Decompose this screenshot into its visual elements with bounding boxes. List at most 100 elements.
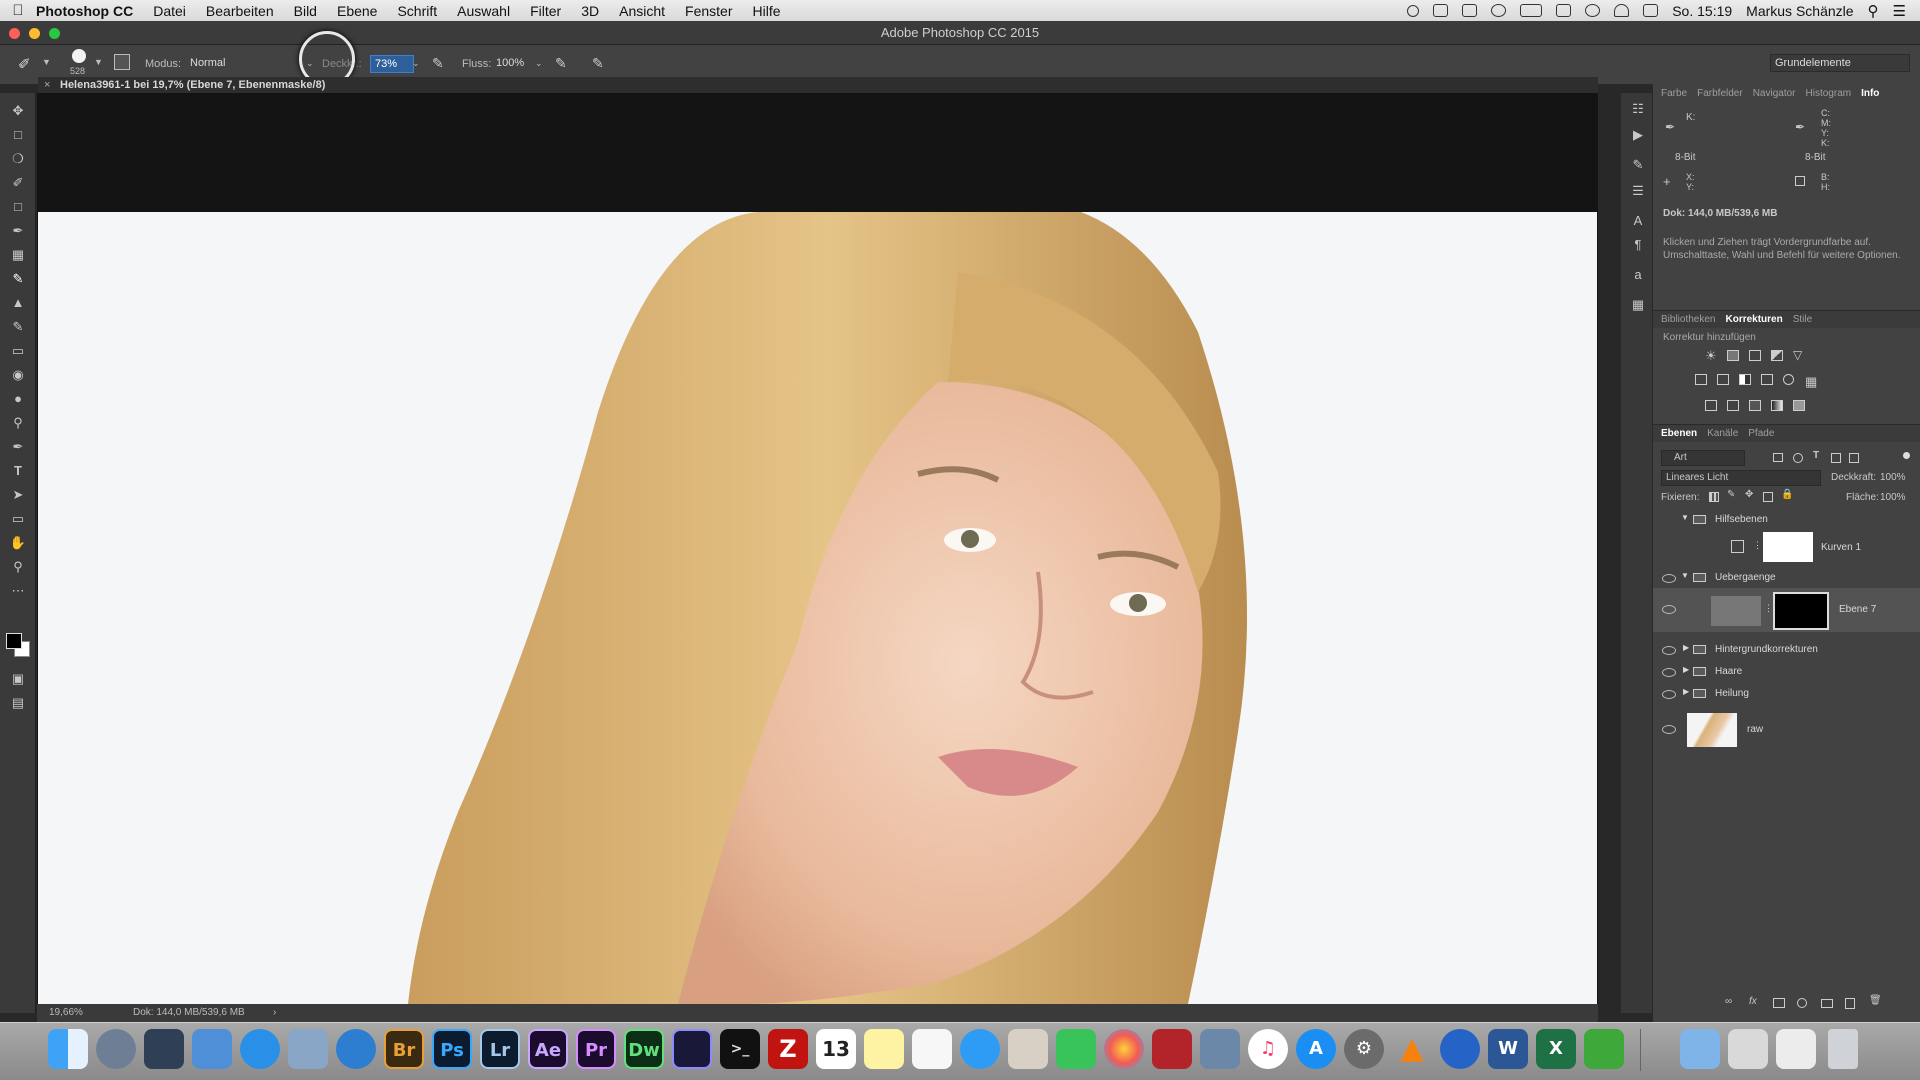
dodge-tool-icon[interactable]: ⚲ [9,415,27,431]
quick-mask-icon[interactable]: ▣ [9,671,27,687]
pen-tool-icon[interactable]: ✒ [9,439,27,455]
glyphs-panel-icon[interactable]: a [1629,267,1647,283]
menu-bearbeiten[interactable]: Bearbeiten [206,3,274,19]
brush-presets-icon[interactable]: ✎ [1629,157,1647,173]
new-group-icon[interactable] [1821,999,1833,1008]
properties-panel-icon[interactable]: ☰ [1629,183,1647,199]
dock-notes[interactable] [864,1029,904,1069]
tab-farbe[interactable]: Farbe [1661,88,1687,99]
dock-premiere[interactable]: Pr [576,1029,616,1069]
dock-photoshop[interactable]: Ps [432,1029,472,1069]
lasso-tool-icon[interactable]: ❍ [9,151,27,167]
pressure-size-icon[interactable]: ✎ [592,55,604,72]
airbrush-icon[interactable]: ✎ [555,55,567,72]
dock-messages[interactable] [960,1029,1000,1069]
dock-system-preferences[interactable]: ⚙ [1344,1029,1384,1069]
new-layer-icon[interactable] [1845,998,1855,1009]
tab-stile[interactable]: Stile [1793,314,1812,325]
dock-terminal[interactable]: >_ [720,1029,760,1069]
dock-1password[interactable] [336,1029,376,1069]
delete-layer-icon[interactable]: 🗑 [1869,995,1882,1006]
character-panel-icon[interactable]: A [1629,213,1647,229]
record-icon[interactable] [1407,4,1420,17]
tab-bibliotheken[interactable]: Bibliotheken [1661,314,1715,325]
visibility-eye-icon[interactable] [1662,690,1676,699]
flow-field[interactable]: 100% [492,55,536,73]
time-machine-icon[interactable] [1585,4,1601,17]
menu-auswahl[interactable]: Auswahl [457,3,510,19]
layer-style-icon[interactable]: fx [1749,996,1757,1007]
dock-vlc[interactable]: ▲ [1392,1029,1432,1069]
layer-filter-select[interactable]: Art [1661,450,1745,466]
paint-bucket-tool-icon[interactable]: ◉ [9,367,27,383]
creative-cloud-icon[interactable] [1491,4,1507,17]
menu-ansicht[interactable]: Ansicht [619,3,665,19]
paragraph-panel-icon[interactable]: ¶ [1629,237,1647,253]
status-menu-chevron-icon[interactable]: › [273,1004,276,1022]
menu-ebene[interactable]: Ebene [337,3,377,19]
threshold-icon[interactable] [1749,400,1761,411]
blur-tool-icon[interactable]: ● [9,391,27,407]
quick-selection-tool-icon[interactable]: ✐ [9,175,27,191]
history-panel-icon[interactable]: ☷ [1629,101,1647,117]
dock-safari[interactable] [240,1029,280,1069]
tab-farbfelder[interactable]: Farbfelder [1697,88,1743,99]
dock-photos-browser[interactable] [1008,1029,1048,1069]
battery-icon[interactable] [1520,4,1543,17]
lock-all-icon[interactable]: 🔒 [1781,489,1793,500]
clone-stamp-tool-icon[interactable]: ▲ [9,295,27,311]
dock-dreamweaver[interactable]: Dw [624,1029,664,1069]
visibility-eye-icon[interactable] [1662,646,1676,655]
dock-bridge[interactable]: Br [384,1029,424,1069]
crop-tool-icon[interactable]: □ [9,199,27,215]
brush-dropdown-chevron-icon[interactable]: ▼ [94,57,103,67]
more-tools-icon[interactable]: ⋯ [9,583,27,599]
brush-tool-icon[interactable]: ✎ [9,271,27,287]
dock-brushes[interactable] [1728,1029,1768,1069]
fill-value[interactable]: 100% [1880,492,1906,503]
posterize-icon[interactable] [1727,400,1739,411]
dock-app-store[interactable]: A [1296,1029,1336,1069]
brush-tool-preset-icon[interactable]: ✐ [18,55,31,73]
healing-brush-tool-icon[interactable]: ▦ [9,247,27,263]
visibility-eye-icon[interactable] [1662,668,1676,677]
dock-lightroom[interactable]: Lr [480,1029,520,1069]
filter-adjustment-icon[interactable] [1793,453,1803,463]
dock-folder[interactable] [192,1029,232,1069]
dock-chrome[interactable] [1440,1029,1480,1069]
pressure-opacity-icon[interactable]: ✎ [432,55,444,72]
dock-finder[interactable] [48,1029,88,1069]
invert-icon[interactable] [1705,400,1717,411]
document-tab[interactable]: × Helena3961-1 bei 19,7% (Ebene 7, Ebene… [38,77,1598,93]
dock-excel[interactable]: X [1536,1029,1576,1069]
dock-facetime[interactable] [1056,1029,1096,1069]
dock-after-effects[interactable]: Ae [528,1029,568,1069]
menu-fenster[interactable]: Fenster [685,3,732,19]
tab-info[interactable]: Info [1861,88,1879,99]
type-tool-icon[interactable]: T [9,463,27,479]
dock-evernote[interactable] [1584,1029,1624,1069]
curves-icon[interactable] [1749,350,1761,361]
dock-photos[interactable] [1104,1029,1144,1069]
dock-mission-control[interactable] [144,1029,184,1069]
dock-calendar[interactable]: 13 [816,1029,856,1069]
actions-panel-icon[interactable]: ▶ [1629,127,1647,143]
user-name[interactable]: Markus Schänzle [1746,3,1853,19]
path-selection-tool-icon[interactable]: ➤ [9,487,27,503]
display-icon[interactable] [1556,4,1572,17]
dock-itunes[interactable]: ♫ [1248,1029,1288,1069]
drive-icon[interactable] [1462,4,1478,17]
layer-row-hintergrundkorrekturen[interactable]: ▶ Hintergrundkorrekturen [1653,640,1920,660]
filter-type-icon[interactable]: T [1813,450,1819,461]
dock-filezilla[interactable]: Z [768,1029,808,1069]
notification-center-icon[interactable]: ☰ [1893,2,1906,20]
filter-pixel-icon[interactable] [1773,453,1783,462]
layer-opacity-value[interactable]: 100% [1880,472,1906,483]
color-lookup-icon[interactable]: ▦ [1805,374,1817,390]
volume-icon[interactable] [1643,4,1659,17]
dock-downloads[interactable] [1680,1029,1720,1069]
layer-row-kurven-1[interactable]: ⋮ Kurven 1 [1653,530,1920,564]
minimize-window-button[interactable] [29,28,40,39]
opacity-field[interactable]: 73% [370,55,414,73]
history-brush-tool-icon[interactable]: ✎ [9,319,27,335]
